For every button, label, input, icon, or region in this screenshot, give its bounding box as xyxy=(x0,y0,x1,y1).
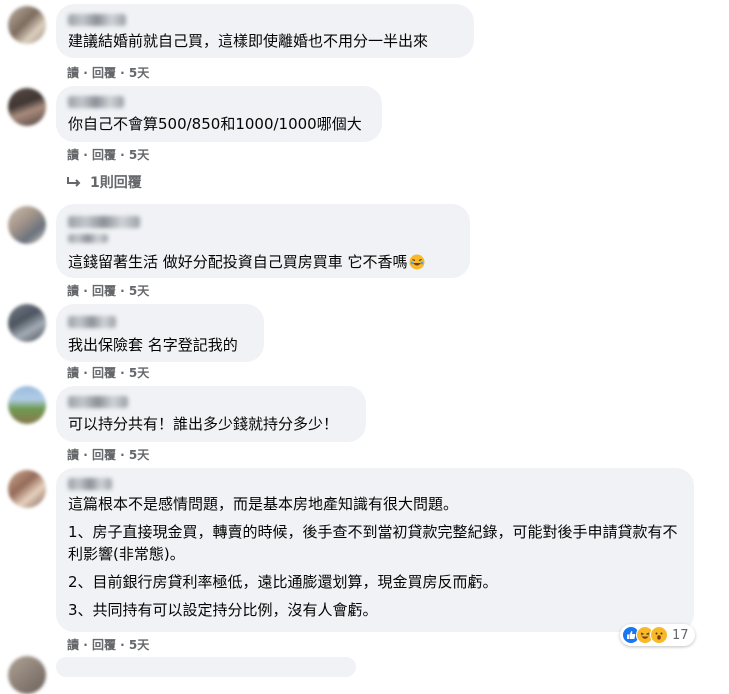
avatar[interactable] xyxy=(8,88,46,126)
commenter-name[interactable] xyxy=(68,216,140,228)
reply-link[interactable]: 回覆 xyxy=(92,148,116,162)
comment-text-body: 這錢留著生活 做好分配投資自己買房買車 它不香嗎 xyxy=(68,253,408,271)
timestamp[interactable]: 5天 xyxy=(129,148,149,162)
timestamp[interactable]: 5天 xyxy=(129,66,149,80)
reply-arrow-icon xyxy=(67,177,81,187)
comment-paragraph: 3、共同持有可以設定持分比例，沒有人會虧。 xyxy=(68,601,378,619)
commenter-name[interactable] xyxy=(68,316,116,328)
comment-bubble xyxy=(56,657,356,677)
reaction-count: 17 xyxy=(672,627,689,643)
timestamp[interactable]: 5天 xyxy=(129,366,149,380)
avatar[interactable] xyxy=(8,386,46,424)
comment-text: 可以持分共有！誰出多少錢就持分多少！ xyxy=(68,415,339,433)
rolling-laughing-emoji-icon xyxy=(409,254,425,270)
comment-paragraph: 這篇根本不是感情問題，而是基本房地產知識有很大問題。 xyxy=(68,495,459,513)
read-link[interactable]: 讀 xyxy=(67,366,79,380)
comment-text: 建議結婚前就自己買，這樣即使離婚也不用分一半出來 xyxy=(68,32,429,50)
comment-paragraph: 1、房子直接現金買，轉賣的時候，後手查不到當初貸款完整紀錄，可能對後手申請貸款有… xyxy=(68,523,678,563)
commenter-name[interactable] xyxy=(68,396,128,408)
comment-bubble: 可以持分共有！誰出多少錢就持分多少！ xyxy=(56,386,366,442)
reply-link[interactable]: 回覆 xyxy=(92,66,116,80)
comment-bubble: 這錢留著生活 做好分配投資自己買房買車 它不香嗎 xyxy=(56,204,470,278)
commenter-subtitle xyxy=(68,234,108,243)
comment-actions: 讀 · 回覆 · 5天 xyxy=(67,148,150,162)
read-link[interactable]: 讀 xyxy=(67,66,79,80)
comment-paragraph: 2、目前銀行房貸利率極低，遠比通膨還划算，現金買房反而虧。 xyxy=(68,573,498,591)
commenter-name[interactable] xyxy=(68,14,126,26)
comment-bubble: 建議結婚前就自己買，這樣即使離婚也不用分一半出來 xyxy=(56,4,474,58)
view-replies-link[interactable]: 1則回覆 xyxy=(66,172,142,192)
timestamp[interactable]: 5天 xyxy=(129,284,149,298)
comment-text: 我出保險套 名字登記我的 xyxy=(68,336,238,354)
commenter-name[interactable] xyxy=(68,478,112,490)
comment-actions: 讀 · 回覆 · 5天 xyxy=(67,284,150,298)
comment-bubble: 這篇根本不是感情問題，而是基本房地產知識有很大問題。 1、房子直接現金買，轉賣的… xyxy=(56,468,694,632)
comment-bubble: 我出保險套 名字登記我的 xyxy=(56,304,264,362)
replies-count-label[interactable]: 1則回覆 xyxy=(90,172,142,192)
reaction-summary[interactable]: 17 xyxy=(620,624,695,646)
avatar[interactable] xyxy=(8,304,46,342)
comment-text: 這錢留著生活 做好分配投資自己買房買車 它不香嗎 xyxy=(68,251,458,273)
wow-reaction-icon xyxy=(650,626,668,644)
reply-link[interactable]: 回覆 xyxy=(92,366,116,380)
reply-link[interactable]: 回覆 xyxy=(92,448,116,462)
timestamp[interactable]: 5天 xyxy=(129,448,149,462)
avatar[interactable] xyxy=(8,6,46,44)
read-link[interactable]: 讀 xyxy=(67,148,79,162)
comment-actions: 讀 · 回覆 · 5天 xyxy=(67,448,150,462)
read-link[interactable]: 讀 xyxy=(67,448,79,462)
reply-link[interactable]: 回覆 xyxy=(92,638,116,652)
timestamp[interactable]: 5天 xyxy=(129,638,149,652)
avatar[interactable] xyxy=(8,206,46,244)
reply-link[interactable]: 回覆 xyxy=(92,284,116,298)
read-link[interactable]: 讀 xyxy=(67,638,79,652)
comment-actions: 讀 · 回覆 · 5天 xyxy=(67,366,150,380)
comment-bubble: 你自己不會算500/850和1000/1000哪個大 xyxy=(56,86,382,142)
avatar[interactable] xyxy=(8,470,46,508)
comment-actions: 讀 · 回覆 · 5天 xyxy=(67,66,150,80)
comment-text: 你自己不會算500/850和1000/1000哪個大 xyxy=(68,115,362,133)
read-link[interactable]: 讀 xyxy=(67,284,79,298)
commenter-name[interactable] xyxy=(68,96,124,108)
comment-actions: 讀 · 回覆 · 5天 xyxy=(67,638,150,652)
